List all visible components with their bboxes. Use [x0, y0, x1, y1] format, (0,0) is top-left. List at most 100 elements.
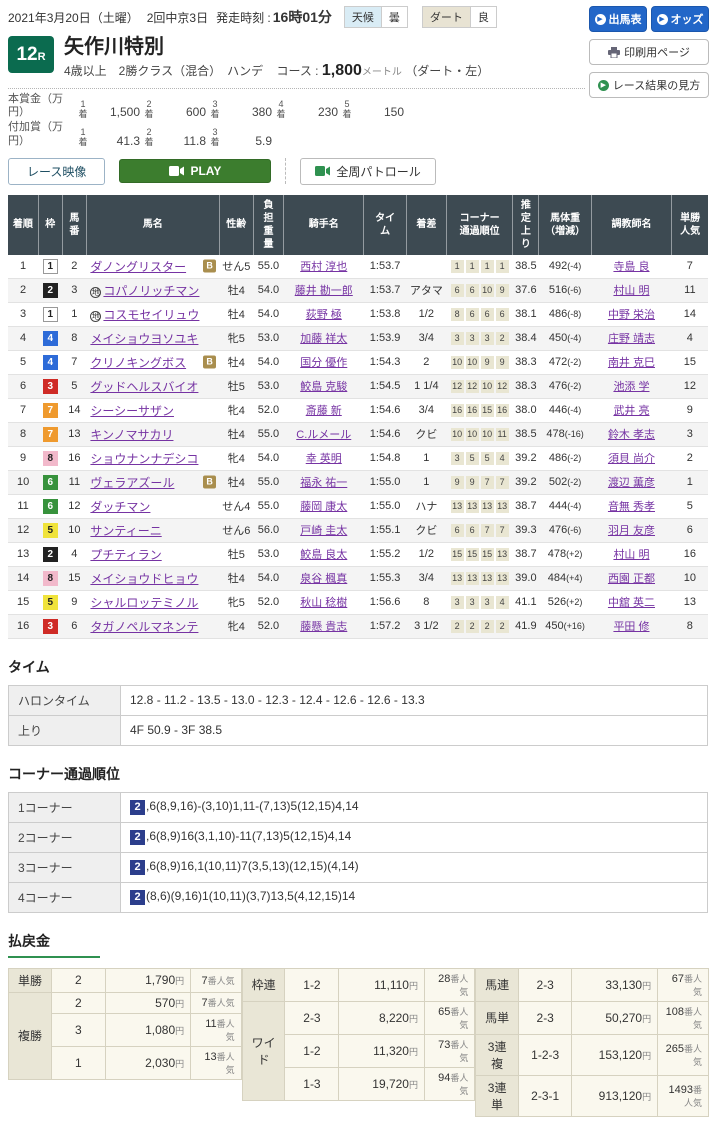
corner-position: 13	[451, 572, 464, 585]
corner-position: 1	[481, 260, 494, 273]
corner-position: 3	[451, 452, 464, 465]
horse-number: 1	[62, 302, 86, 326]
horse-name-link[interactable]: ヴェラアズール	[90, 476, 174, 490]
last-3f: 38.5	[513, 422, 539, 446]
yen-suffix: 円	[642, 1014, 651, 1024]
jockey-link[interactable]: 泉谷 楓真	[300, 573, 347, 585]
print-page-button[interactable]: 印刷用ページ	[589, 39, 709, 65]
jockey-link[interactable]: 荻野 極	[306, 309, 342, 321]
leader-number-box: 2	[130, 860, 145, 875]
carried-weight: 55.0	[253, 494, 283, 518]
body-weight: 450(+16)	[539, 614, 591, 638]
sex-age: 牝5	[219, 326, 253, 350]
horse-name-link[interactable]: シーシーサザン	[90, 404, 174, 418]
horse-name-link[interactable]: シャルロッテミノル	[90, 596, 198, 610]
horse-name-link[interactable]: メイショウドヒョウ	[90, 572, 198, 586]
result-row: 8713キンノマサカリ牡455.0C.ルメール1:54.6クビ101010113…	[8, 422, 708, 446]
trainer-link[interactable]: 羽月 友彦	[608, 525, 655, 537]
column-header: 調教師名	[591, 195, 671, 255]
trainer-link[interactable]: 中舘 英二	[608, 597, 655, 609]
body-weight-diff: (-4)	[567, 501, 581, 511]
trainer-link[interactable]: 須貝 尚介	[608, 453, 655, 465]
play-button-label: PLAY	[190, 164, 221, 178]
prize-item: 3 着380	[206, 99, 272, 120]
jockey-link[interactable]: 戸崎 圭太	[300, 525, 347, 537]
jockey-link[interactable]: 秋山 稔樹	[300, 597, 347, 609]
jockey-link[interactable]: C.ルメール	[296, 429, 351, 441]
trainer-link[interactable]: 南井 克巳	[608, 357, 655, 369]
body-weight: 484(+4)	[539, 566, 591, 590]
corner-position-squares: 2222	[446, 614, 512, 638]
horse-name-link[interactable]: プチティラン	[90, 548, 161, 562]
trainer-link[interactable]: 音無 秀孝	[608, 501, 655, 513]
trainer-cell: 武井 亮	[591, 398, 671, 422]
race-result-page: 2021年3月20日（土曜） 2回中京3日 発走時刻 : 16時01分 天候 曇…	[0, 0, 717, 1127]
trainer-link[interactable]: 平田 修	[613, 621, 649, 633]
trainer-link[interactable]: 中野 栄治	[608, 309, 655, 321]
body-weight-value: 484	[548, 572, 566, 584]
corner-position: 6	[451, 524, 464, 537]
column-header: 馬体重 （増減）	[539, 195, 591, 255]
horse-name-link[interactable]: サンティーニ	[90, 524, 161, 538]
horse-number: 8	[62, 326, 86, 350]
play-button[interactable]: PLAY	[119, 159, 271, 183]
jockey-link[interactable]: 藤井 勘一郎	[295, 285, 353, 297]
horse-name-link[interactable]: ダッチマン	[90, 500, 150, 514]
trainer-link[interactable]: 西園 正都	[608, 573, 655, 585]
trainer-link[interactable]: 池添 学	[613, 381, 649, 393]
jockey-link[interactable]: 鮫島 克駿	[300, 381, 347, 393]
jockey-link[interactable]: 藤懸 貴志	[300, 621, 347, 633]
trainer-link[interactable]: 村山 明	[613, 549, 649, 561]
horse-name-link[interactable]: タガノペルマネンテ	[90, 620, 198, 634]
horse-name-cell: ダッチマン	[86, 494, 219, 518]
corner-position: 12	[466, 380, 479, 393]
trainer-link[interactable]: 武井 亮	[613, 405, 649, 417]
jockey-link[interactable]: 鮫島 良太	[300, 549, 347, 561]
odds-button[interactable]: ▶ オッズ	[651, 6, 709, 32]
main-prize-row: 本賞金（万円） 1 着1,5002 着6003 着3804 着2305 着150	[8, 93, 585, 119]
lap-time-row: 上り4F 50.9 - 3F 38.5	[9, 715, 708, 745]
jockey-link[interactable]: 幸 英明	[306, 453, 342, 465]
win-popularity: 14	[672, 302, 708, 326]
last-3f: 38.1	[513, 302, 539, 326]
horse-name-link[interactable]: クリノキングボス	[90, 356, 186, 370]
horse-name-link[interactable]: キンノマサカリ	[90, 428, 173, 442]
trainer-link[interactable]: 村山 明	[613, 285, 649, 297]
payout-row: 単勝21,790円7番人気	[9, 968, 242, 992]
row-label: 上り	[9, 715, 121, 745]
horse-name-cell: ヴェラアズールB	[86, 470, 219, 494]
trainer-link[interactable]: 寺島 良	[613, 261, 649, 273]
corner-position: 9	[481, 356, 494, 369]
jockey-link[interactable]: 国分 優作	[300, 357, 347, 369]
payout-amount-value: 2,030	[145, 1056, 175, 1070]
result-row: 11612ダッチマンせん455.0藤岡 康太1:55.0ハナ1313131338…	[8, 494, 708, 518]
corner-section-heading: コーナー通過順位	[8, 764, 709, 784]
trainer-link[interactable]: 庄野 靖志	[608, 333, 655, 345]
trainer-link[interactable]: 渡辺 薫彦	[608, 477, 655, 489]
frame-badge: 6	[43, 475, 58, 490]
prize-place: 5 着	[338, 99, 356, 120]
jockey-link[interactable]: 斎藤 新	[306, 405, 342, 417]
corner-order-value: 2,6(8,9)16,1(10,11)7(3,5,13)(12,15)(4,14…	[121, 852, 708, 882]
horse-name-link[interactable]: グッドヘルスバイオ	[90, 380, 198, 394]
horse-name-link[interactable]: コパノリッチマン	[103, 284, 199, 298]
body-weight-diff: (+4)	[566, 573, 582, 583]
horse-name-link[interactable]: ショウナンナデシコ	[90, 452, 198, 466]
patrol-video-button[interactable]: 全周パトロール	[300, 158, 435, 185]
jockey-link[interactable]: 西村 淳也	[300, 261, 347, 273]
result-guide-button[interactable]: ▶ レース結果の見方	[589, 72, 709, 98]
jockey-link[interactable]: 福永 祐一	[300, 477, 347, 489]
prize-amount: 150	[356, 105, 404, 119]
jockey-link[interactable]: 加藤 祥太	[300, 333, 347, 345]
row-label: 2コーナー	[9, 822, 121, 852]
trainer-link[interactable]: 鈴木 孝志	[608, 429, 655, 441]
corner-position: 6	[481, 308, 494, 321]
entries-button[interactable]: ▶ 出馬表	[589, 6, 647, 32]
jockey-link[interactable]: 藤岡 康太	[300, 501, 347, 513]
horse-name-link[interactable]: メイショウヨソユキ	[90, 332, 198, 346]
race-video-button[interactable]: レース映像	[8, 158, 105, 185]
horse-name-link[interactable]: コスモセイリュウ	[103, 308, 199, 322]
prize-item: 4 着230	[272, 99, 338, 120]
leader-number-box: 2	[130, 890, 145, 905]
horse-name-link[interactable]: ダノングリスター	[90, 260, 186, 274]
